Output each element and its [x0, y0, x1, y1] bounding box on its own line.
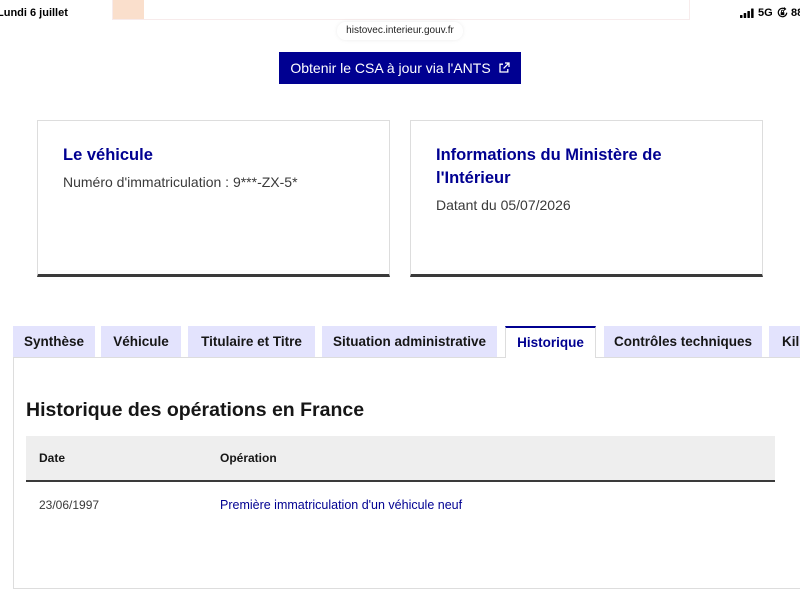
card-ministry-title: Informations du Ministère de l'Intérieur: [436, 146, 662, 187]
column-header-date: Date: [39, 451, 66, 465]
column-header-operation: Opération: [220, 451, 277, 465]
registration-number: Numéro d'immatriculation : 9***-ZX-5*: [63, 174, 298, 190]
tab-situation-administrative[interactable]: Situation administrative: [322, 326, 497, 357]
cell-operation[interactable]: Première immatriculation d'un véhicule n…: [220, 482, 775, 528]
tab-panel-historique: Historique des opérations en France Date…: [13, 357, 800, 589]
card-ministry-info: Informations du Ministère de l'Intérieur…: [410, 120, 763, 277]
network-type: 5G: [758, 7, 773, 19]
table-header-row: Date Opération: [26, 436, 775, 482]
cell-date: 23/06/1997: [39, 498, 100, 512]
status-bar: Lundi 6 juillet 5G 88: [0, 0, 800, 22]
card-vehicle: Le véhicule Numéro d'immatriculation : 9…: [37, 120, 390, 277]
data-date: Datant du 05/07/2026: [436, 197, 571, 213]
panel-heading: Historique des opérations en France: [26, 399, 365, 421]
battery-level: 88: [791, 7, 800, 19]
tab-synthese[interactable]: Synthèse: [13, 326, 95, 357]
card-vehicle-title: Le véhicule: [63, 146, 153, 164]
get-csa-ants-button[interactable]: Obtenir le CSA à jour via l'ANTS: [279, 52, 521, 84]
table-row: 23/06/1997 Première immatriculation d'un…: [26, 482, 775, 528]
tab-controles-techniques[interactable]: Contrôles techniques: [604, 326, 762, 357]
rotation-lock-icon: [777, 7, 788, 18]
tab-historique[interactable]: Historique: [505, 326, 596, 358]
tab-kilometrage[interactable]: Kil: [769, 326, 800, 357]
status-date: Lundi 6 juillet: [0, 7, 68, 19]
tab-list: Synthèse Véhicule Titulaire et Titre Sit…: [0, 325, 800, 359]
tab-titulaire-titre[interactable]: Titulaire et Titre: [188, 326, 315, 357]
history-table: Date Opération 23/06/1997 Première immat…: [26, 436, 775, 528]
url-bar[interactable]: histovec.interieur.gouv.fr: [337, 22, 463, 40]
cta-label: Obtenir le CSA à jour via l'ANTS: [290, 60, 491, 76]
tab-vehicule[interactable]: Véhicule: [101, 326, 181, 357]
external-link-icon: [499, 62, 510, 73]
signal-bars-icon: [740, 8, 754, 18]
